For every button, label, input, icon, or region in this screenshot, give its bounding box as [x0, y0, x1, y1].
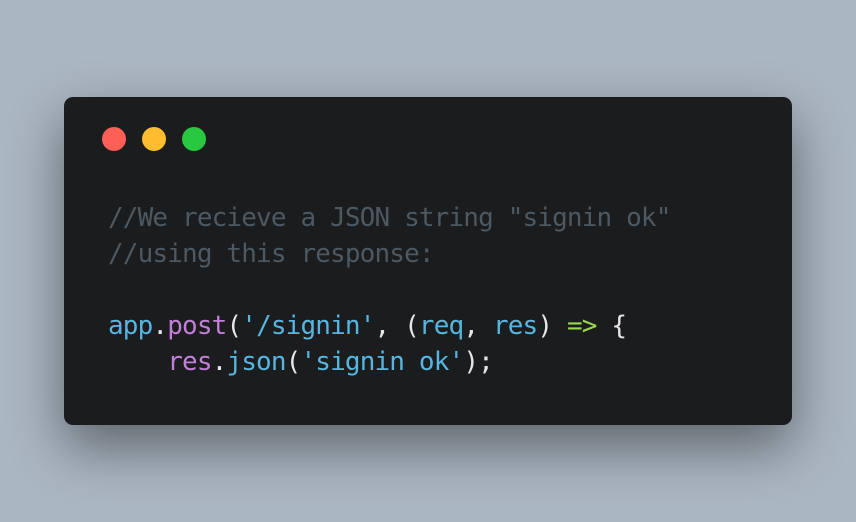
identifier-res: res: [167, 347, 212, 377]
comment-text: //using this response:: [108, 239, 435, 269]
punct-paren-open: (: [404, 311, 420, 341]
identifier-app: app: [108, 311, 153, 341]
maximize-dot-icon[interactable]: [182, 127, 206, 151]
punct-paren-open: (: [226, 311, 242, 341]
param-res: res: [492, 311, 538, 341]
punct-dot: .: [152, 311, 168, 341]
param-req: req: [418, 311, 464, 341]
minimize-dot-icon[interactable]: [142, 127, 166, 151]
punct-brace-open: {: [596, 311, 627, 341]
code-line-2: //using this response:: [108, 236, 671, 272]
punct-paren-close: ): [537, 311, 567, 341]
punct-comma: ,: [463, 311, 493, 341]
method-post: post: [167, 311, 227, 341]
code-line-4: app.post('/signin', (req, res) => {: [108, 308, 671, 344]
code-line-3-blank: [108, 272, 671, 308]
string-route: '/signin': [241, 311, 375, 341]
comment-text: //We recieve a JSON string "signin ok": [108, 203, 671, 233]
code-line-5: res.json('signin ok');: [108, 344, 671, 380]
close-dot-icon[interactable]: [102, 127, 126, 151]
code-block: //We recieve a JSON string "signin ok" //…: [108, 200, 671, 380]
punct-close: );: [463, 347, 493, 377]
arrow-operator: =>: [566, 311, 597, 341]
punct-comma: ,: [374, 311, 405, 341]
code-line-1: //We recieve a JSON string "signin ok": [108, 200, 671, 236]
string-message: 'signin ok': [300, 347, 464, 377]
method-json: json: [226, 347, 286, 377]
code-window: //We recieve a JSON string "signin ok" //…: [64, 97, 792, 425]
punct-dot: .: [211, 347, 228, 377]
punct-paren-open: (: [285, 347, 302, 377]
